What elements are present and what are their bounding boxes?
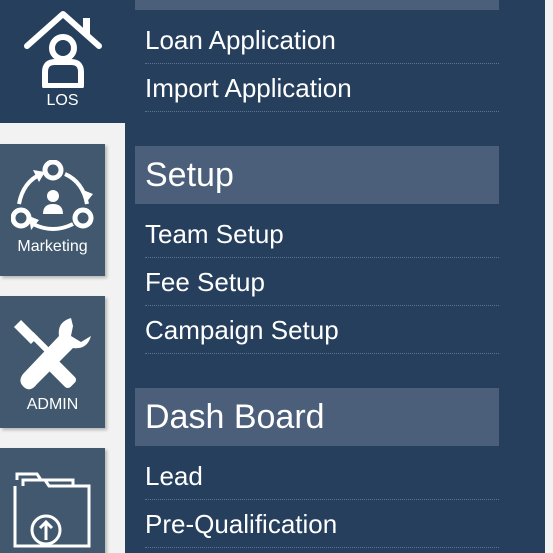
menu-item-lead[interactable]: Lead: [145, 452, 499, 500]
folder-upload-icon: [13, 466, 93, 553]
people-cycle-icon: [10, 159, 95, 241]
menu-item-loan-application[interactable]: Loan Application: [145, 16, 499, 64]
menu-item-label: Loan Application: [145, 25, 336, 55]
rail-item-label: ADMIN: [26, 396, 79, 413]
section-header-dashboard: Dash Board: [135, 388, 499, 446]
menu-item-label: Lead: [145, 461, 203, 491]
app-window: LOS Marketing ADMIN Loan Application Imp…: [0, 0, 553, 553]
house-user-icon: [21, 8, 105, 93]
scrollbar-track[interactable]: [545, 0, 553, 500]
menu-item-import-application[interactable]: Import Application: [145, 64, 499, 112]
menu-item-label: Team Setup: [145, 219, 284, 249]
section-header-los: [135, 0, 499, 10]
menu-panel: Loan Application Import Application Setu…: [125, 0, 545, 553]
section-header-setup: Setup: [135, 146, 499, 204]
module-rail: LOS Marketing ADMIN: [0, 0, 125, 553]
rail-item-documents[interactable]: [0, 448, 105, 553]
menu-item-label: Campaign Setup: [145, 315, 339, 345]
menu-item-label: Import Application: [145, 73, 352, 103]
rail-item-label: LOS: [46, 92, 79, 109]
section-title: Dash Board: [145, 398, 325, 436]
rail-item-label: Marketing: [17, 238, 88, 255]
menu-item-label: Pre-Qualification: [145, 509, 338, 539]
rail-item-los[interactable]: LOS: [0, 0, 125, 123]
menu-item-label: Fee Setup: [145, 267, 265, 297]
menu-item-campaign-setup[interactable]: Campaign Setup: [145, 306, 499, 354]
menu-item-fee-setup[interactable]: Fee Setup: [145, 258, 499, 306]
rail-item-admin[interactable]: ADMIN: [0, 296, 105, 428]
menu-item-team-setup[interactable]: Team Setup: [145, 210, 499, 258]
rail-item-marketing[interactable]: Marketing: [0, 144, 105, 276]
tools-icon: [13, 314, 93, 399]
section-title: Setup: [145, 156, 234, 194]
menu-item-pre-qualification[interactable]: Pre-Qualification: [145, 500, 499, 548]
